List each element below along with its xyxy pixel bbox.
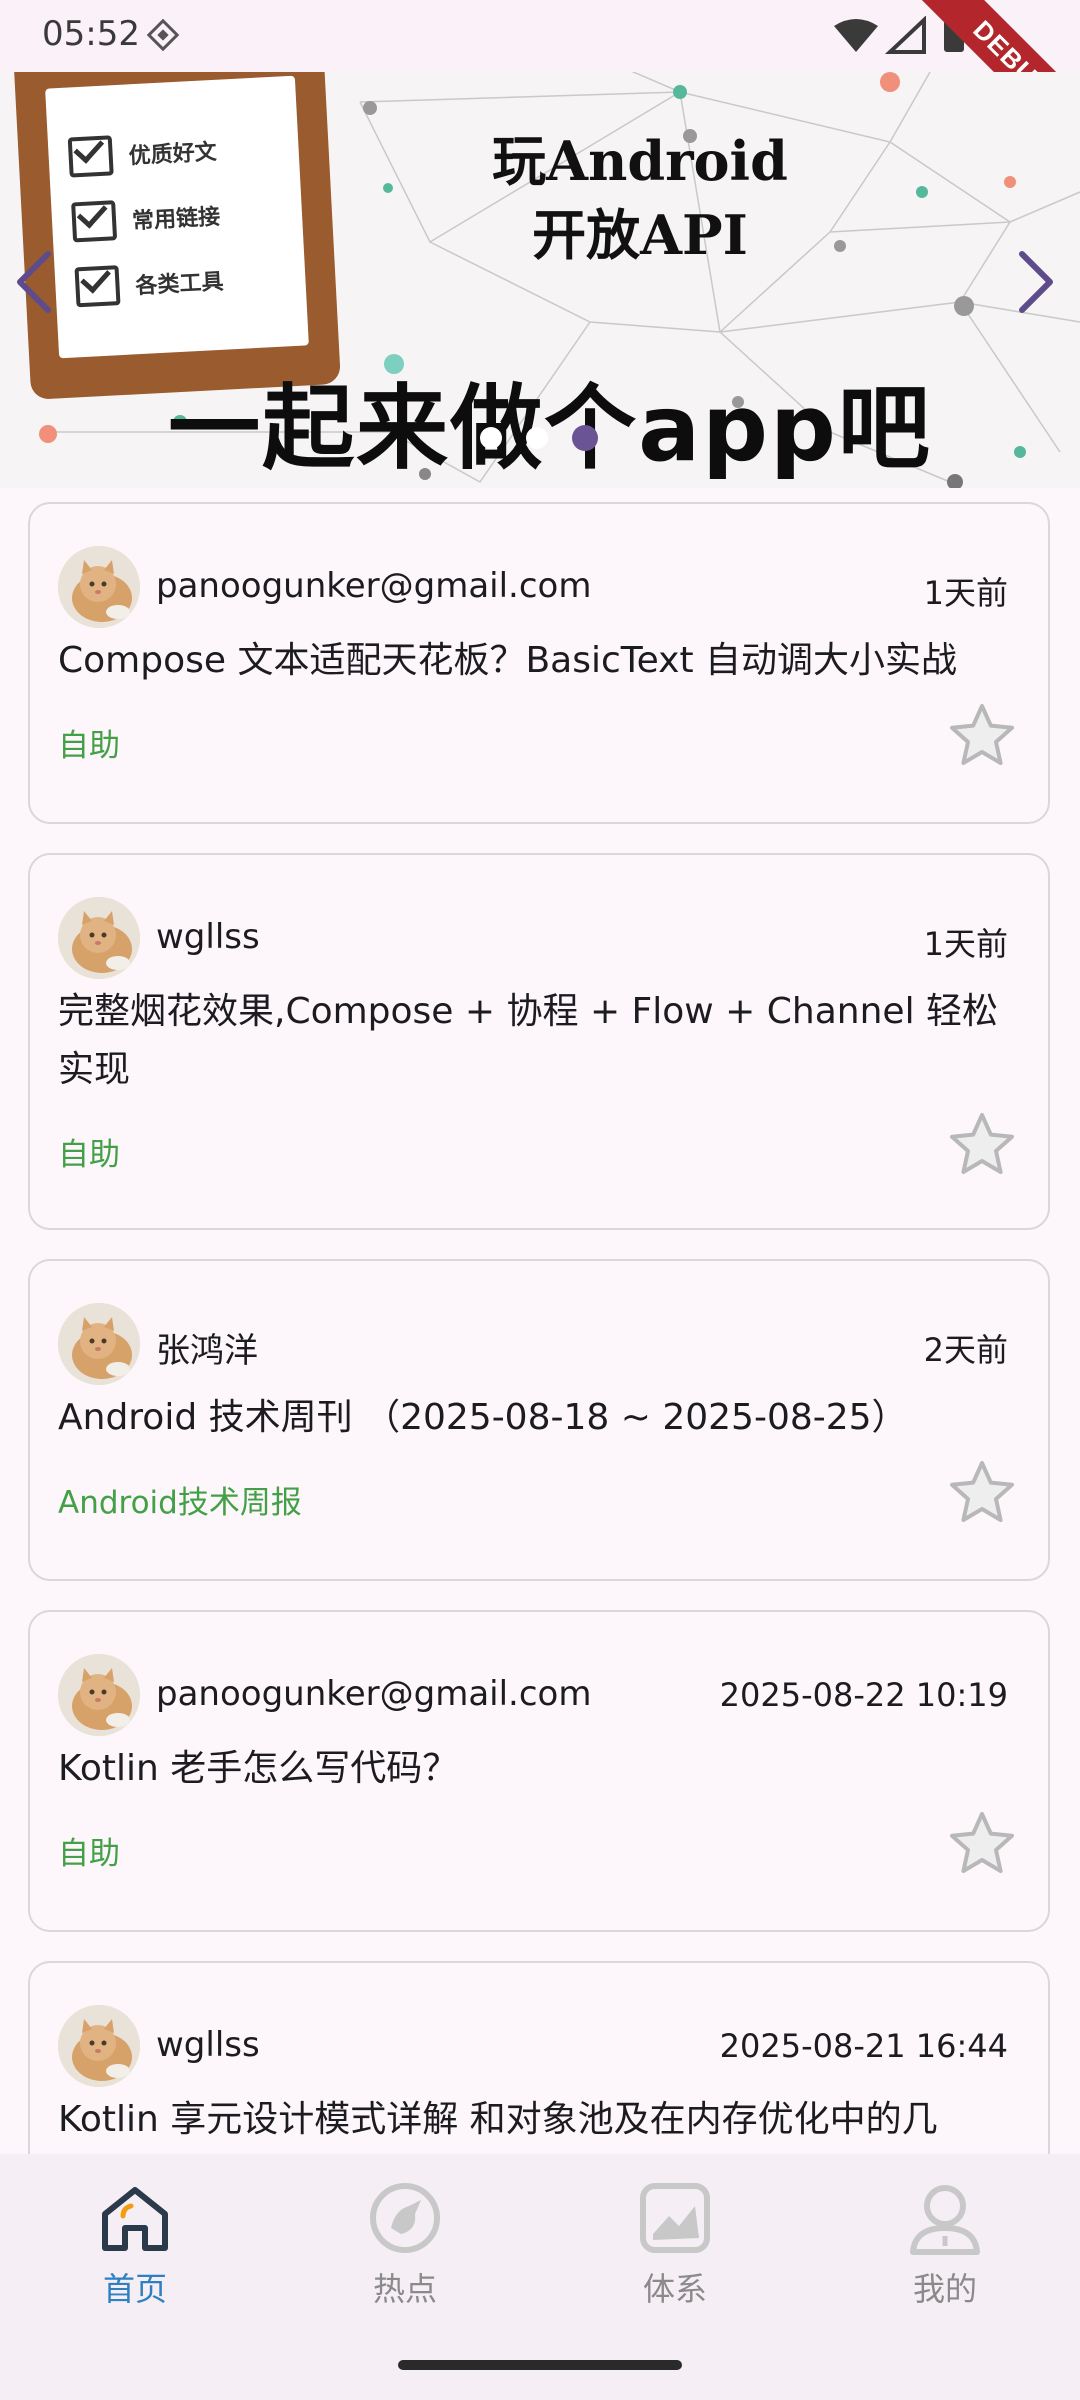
- article-title[interactable]: Compose 文本适配天花板？BasicText 自动调大小实战: [58, 632, 1012, 690]
- page-dot-active[interactable]: [572, 425, 598, 451]
- nav-item-system[interactable]: 体系: [595, 2178, 755, 2310]
- nav-item-hot[interactable]: 热点: [325, 2178, 485, 2310]
- status-bar: 05:52 DEBUG: [0, 0, 1080, 164]
- article-card[interactable]: 张鸿洋 2天前 Android 技术周刊 （2025-08-18 ~ 2025-08…: [28, 1259, 1050, 1581]
- nav-label: 体系: [642, 2270, 707, 2308]
- banner-title-line1: 玩Android: [492, 129, 788, 193]
- profile-icon: [910, 2185, 980, 2255]
- author-name: panoogunker@gmail.com: [156, 566, 592, 606]
- publish-time: 1天前: [923, 925, 1008, 963]
- banner-page-indicator: [480, 425, 598, 451]
- checklist-label: 各类工具: [134, 269, 225, 300]
- checkbox-icon: [74, 265, 121, 308]
- author-name: wgllss: [156, 2025, 260, 2065]
- wifi-icon: [834, 19, 878, 52]
- chevron-right-icon: [1019, 251, 1053, 313]
- page-dot[interactable]: [480, 427, 502, 449]
- checklist-item: 优质好文: [67, 130, 218, 178]
- favorite-star-icon[interactable]: [946, 1109, 1018, 1181]
- notification-icon: [146, 18, 180, 52]
- clipboard-illustration: 优质好文 常用链接 各类工具: [13, 72, 341, 400]
- publish-time: 1天前: [923, 574, 1008, 612]
- banner-title-line2: 开放API: [532, 203, 748, 267]
- author-avatar: [58, 1303, 140, 1385]
- author-name: panoogunker@gmail.com: [156, 1674, 592, 1714]
- banner-prev-button[interactable]: [4, 242, 64, 322]
- banner-next-button[interactable]: [1006, 242, 1066, 322]
- checklist-item: 各类工具: [74, 260, 224, 308]
- nav-label: 我的: [912, 2270, 977, 2308]
- status-time: 05:52: [42, 14, 140, 54]
- clipboard-paper: 优质好文 常用链接 各类工具: [45, 75, 309, 359]
- nav-label: 热点: [372, 2270, 437, 2308]
- chapter-tag[interactable]: 自助: [58, 1828, 120, 1873]
- banner-title: 玩Android 开放API: [440, 124, 840, 272]
- author-avatar: [58, 2005, 140, 2087]
- favorite-star-icon[interactable]: [946, 700, 1018, 772]
- publish-time: 2025-08-22 10:19: [719, 1676, 1008, 1714]
- article-card[interactable]: panoogunker@gmail.com 2025-08-22 10:19 Kot…: [28, 1610, 1050, 1932]
- article-card[interactable]: wgllss 1天前完整烟花效果,Compose + 协程 + Flow + Ch…: [28, 853, 1050, 1230]
- publish-time: 2天前: [923, 1331, 1008, 1369]
- page-dot[interactable]: [526, 427, 548, 449]
- checklist-label: 常用链接: [131, 204, 221, 235]
- article-title[interactable]: Android 技术周刊 （2025-08-18 ~ 2025-08-25）: [58, 1389, 1012, 1447]
- checklist-item: 常用链接: [71, 195, 221, 243]
- nav-item-profile[interactable]: 我的: [865, 2178, 1025, 2310]
- gesture-home-bar[interactable]: [398, 2360, 682, 2370]
- home-icon: [102, 2187, 168, 2251]
- system-icon: [640, 2183, 710, 2253]
- banner-slogan: 一起来做个app吧: [168, 375, 932, 482]
- chapter-tag[interactable]: 自助: [58, 1129, 120, 1174]
- nav-item-home[interactable]: 首页: [55, 2178, 215, 2310]
- nav-label: 首页: [102, 2270, 167, 2308]
- author-name: 张鸿洋: [156, 1331, 258, 1371]
- author-avatar: [58, 897, 140, 979]
- article-title[interactable]: Kotlin 老手怎么写代码？: [58, 1740, 1012, 1798]
- checkbox-icon: [67, 135, 114, 178]
- article-card[interactable]: panoogunker@gmail.com 1天前 Compose 文本适配天花板？…: [28, 502, 1050, 824]
- author-avatar: [58, 546, 140, 628]
- article-title[interactable]: 完整烟花效果,Compose + 协程 + Flow + Channel 轻松实…: [58, 983, 1012, 1099]
- article-title[interactable]: Kotlin 享元设计模式详解 和对象池及在内存优化中的几: [58, 2091, 1012, 2149]
- favorite-star-icon[interactable]: [946, 1808, 1018, 1880]
- banner-carousel[interactable]: 优质好文 常用链接 各类工具 玩Android 开放API 一起来做个app吧: [0, 72, 1080, 488]
- author-avatar: [58, 1654, 140, 1736]
- checkbox-icon: [71, 200, 118, 243]
- favorite-star-icon[interactable]: [946, 1457, 1018, 1529]
- checklist-label: 优质好文: [128, 139, 218, 170]
- publish-time: 2025-08-21 16:44: [719, 2027, 1008, 2065]
- chapter-tag[interactable]: Android技术周报: [58, 1477, 302, 1522]
- chapter-tag[interactable]: 自助: [58, 720, 120, 765]
- author-name: wgllss: [156, 917, 260, 957]
- chevron-left-icon: [17, 251, 51, 313]
- cellular-icon: [884, 16, 926, 54]
- hot-icon: [370, 2183, 440, 2253]
